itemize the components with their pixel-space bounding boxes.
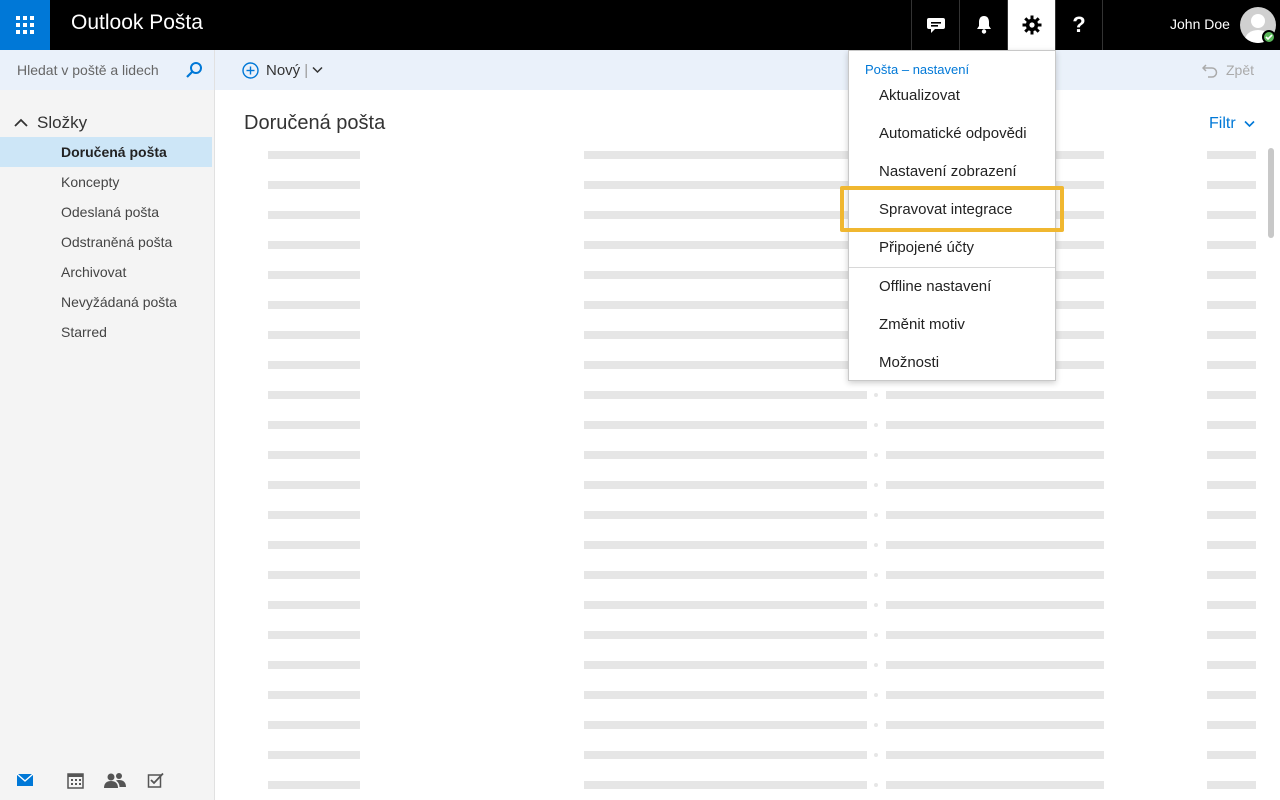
placeholder-row [215,481,1280,489]
menu-item-refresh[interactable]: Aktualizovat [879,87,960,104]
tasks-icon [147,772,164,788]
menu-item-options[interactable]: Možnosti [879,354,939,371]
folders-header[interactable]: Složky [14,113,87,133]
menu-item-connected-accounts[interactable]: Připojené účty [879,239,974,256]
filter-label: Filtr [1209,115,1236,132]
menu-item-display-settings[interactable]: Nastavení zobrazení [879,163,1017,180]
folder-list: Doručená pošta Koncepty Odeslaná pošta O… [0,137,214,347]
placeholder-row [215,301,1280,309]
menu-item-offline-settings[interactable]: Offline nastavení [879,278,991,295]
help-button[interactable]: ? [1055,0,1103,50]
placeholder-row [215,571,1280,579]
left-pane: Složky Doručená pošta Koncepty Odeslaná … [0,50,215,800]
bell-icon [976,16,991,34]
new-message-label: Nový [266,61,301,79]
filter-button[interactable]: Filtr [1209,115,1255,133]
search-input[interactable] [0,50,178,90]
placeholder-row [215,271,1280,279]
bottom-nav [0,760,214,800]
placeholder-row [215,691,1280,699]
calendar-nav-button[interactable] [55,760,95,800]
help-icon: ? [1072,12,1086,37]
tasks-nav-button[interactable] [135,760,175,800]
command-bar: Nový | Zpět [215,50,1280,90]
menu-divider [849,267,1055,268]
folder-item-sent[interactable]: Odeslaná pošta [0,197,212,227]
folder-item-deleted[interactable]: Odstraněná pošta [0,227,212,257]
search-box [0,50,214,90]
folder-item-junk[interactable]: Nevyžádaná pošta [0,287,212,317]
people-nav-button[interactable] [95,760,135,800]
placeholder-row [215,181,1280,189]
placeholder-row [215,511,1280,519]
search-icon[interactable] [185,61,203,79]
user-name[interactable]: John Doe [1170,16,1230,32]
placeholder-row [215,541,1280,549]
settings-button[interactable] [1007,0,1055,50]
app-launcher-button[interactable] [0,0,50,50]
header-icon-group: ? [911,0,1103,50]
top-bar: Outlook Pošta ? John Doe [0,0,1280,50]
chevron-up-icon [14,118,28,127]
notifications-button[interactable] [959,0,1007,50]
gear-icon [1022,15,1041,35]
new-button-separator: | [304,61,309,79]
folder-item-archive[interactable]: Archivovat [0,257,212,287]
scrollbar[interactable] [1268,148,1274,238]
placeholder-row [215,631,1280,639]
mail-icon [16,773,34,786]
placeholder-row [215,391,1280,399]
chevron-down-icon [1244,120,1255,128]
people-icon [104,773,126,788]
placeholder-row [215,661,1280,669]
undo-button[interactable]: Zpět [1202,50,1254,90]
menu-item-automatic-replies[interactable]: Automatické odpovědi [879,125,1027,142]
placeholder-row [215,361,1280,369]
highlight-box [840,186,1064,232]
mail-nav-button[interactable] [15,760,35,800]
folder-item-starred[interactable]: Starred [0,317,212,347]
presence-status-icon [1262,30,1276,44]
plus-circle-icon [242,61,259,79]
folder-item-drafts[interactable]: Koncepty [0,167,212,197]
chat-button[interactable] [911,0,959,50]
app-title[interactable]: Outlook Pošta [71,11,203,35]
chevron-down-icon[interactable] [312,66,323,74]
placeholder-row [215,151,1280,159]
placeholder-row [215,331,1280,339]
folder-item-inbox[interactable]: Doručená pošta [0,137,212,167]
new-message-button[interactable]: Nový | [242,50,323,90]
placeholder-row [215,451,1280,459]
placeholder-row [215,751,1280,759]
menu-item-change-theme[interactable]: Změnit motiv [879,316,965,333]
undo-label: Zpět [1226,62,1255,78]
calendar-icon [66,772,84,789]
placeholder-row [215,421,1280,429]
settings-menu-header: Pošta – nastavení [865,62,970,77]
placeholder-row [215,721,1280,729]
placeholder-row [215,211,1280,219]
chat-icon [926,18,945,33]
placeholder-row [215,241,1280,249]
placeholder-row [215,781,1280,789]
message-list-pane: Doručená pošta Filtr [215,90,1280,800]
page-title: Doručená pošta [244,112,386,134]
undo-icon [1202,63,1218,78]
folders-header-label: Složky [37,113,88,132]
waffle-icon [16,16,34,34]
placeholder-row [215,601,1280,609]
